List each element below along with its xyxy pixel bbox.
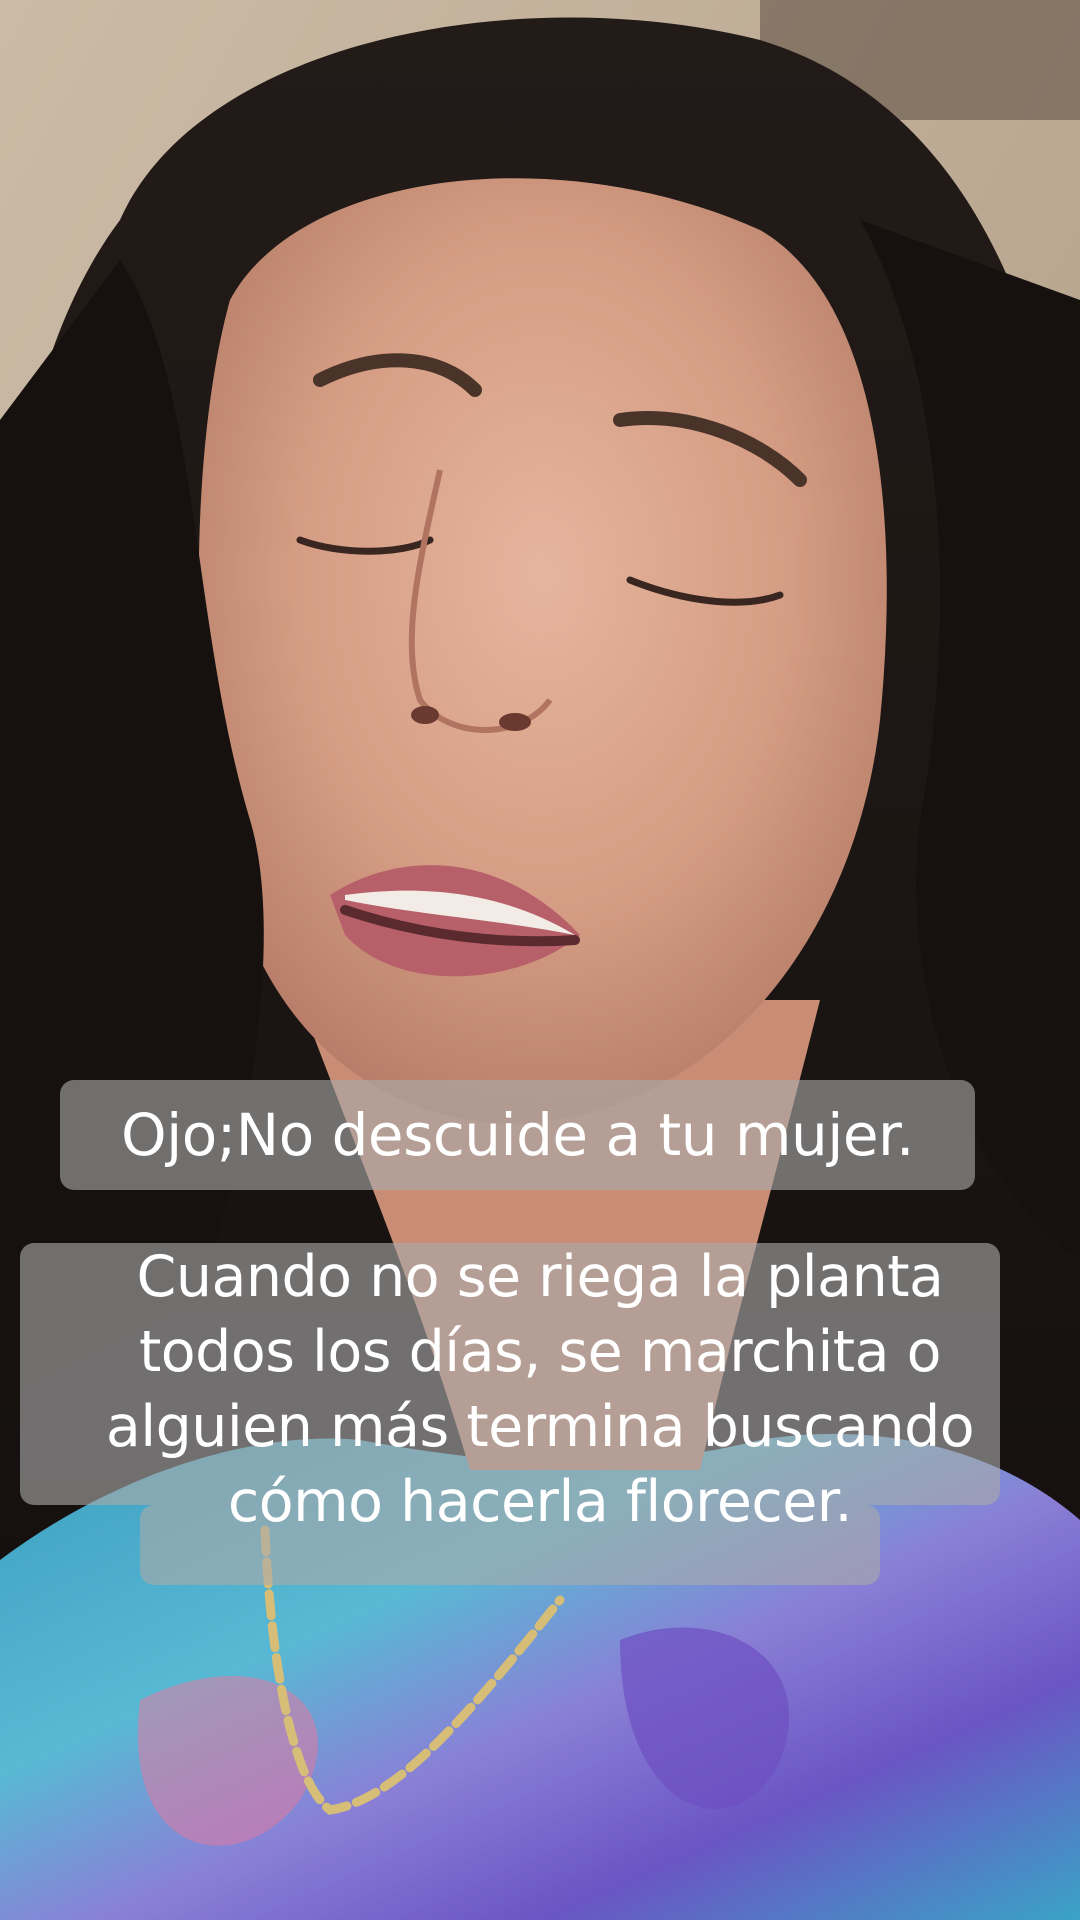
- video-frame[interactable]: Ojo;No descuide a tu mujer. Cuando no se…: [0, 0, 1080, 1920]
- caption-line-4: alguien más termina buscando: [105, 1394, 975, 1460]
- caption-line-2: Cuando no se riega la planta: [136, 1244, 944, 1310]
- caption-block-2: Cuando no se riega la planta todos los d…: [20, 1240, 1060, 1540]
- video-content: [0, 0, 1080, 1920]
- caption-line-3: todos los días, se marchita o: [138, 1319, 942, 1385]
- caption-line-5: cómo hacerla florecer.: [227, 1469, 853, 1535]
- caption-line-1: Ojo;No descuide a tu mujer.: [121, 1101, 914, 1169]
